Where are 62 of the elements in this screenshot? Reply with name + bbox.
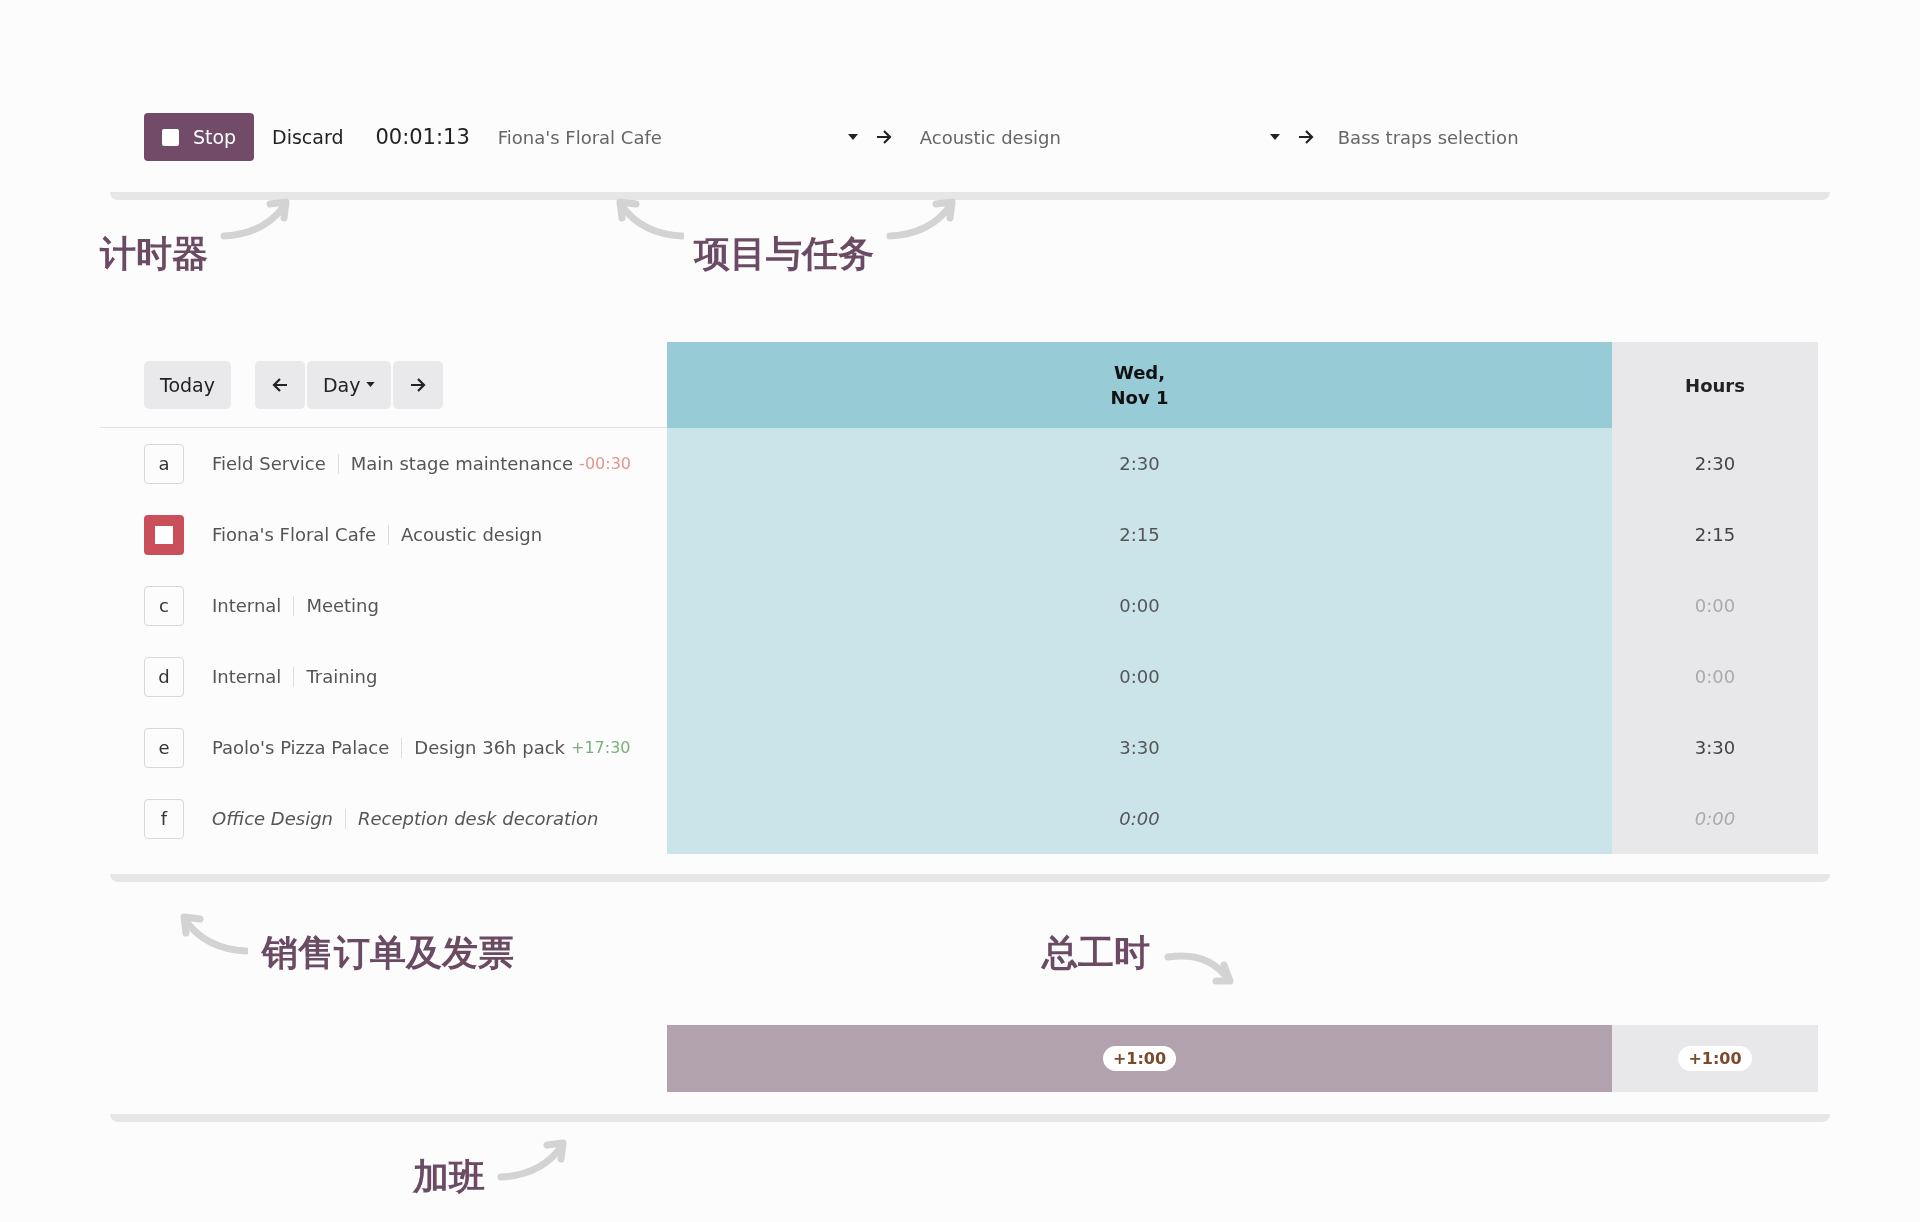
shortcut-key[interactable]: a — [144, 443, 184, 484]
day-hours[interactable]: 3:30 — [1119, 737, 1160, 758]
sales-orders-annotation: 销售订单及发票 — [262, 931, 514, 975]
project-name: Internal — [212, 666, 282, 687]
remaining-hours: +17:30 — [571, 738, 631, 757]
project-name: Paolo's Pizza Palace — [212, 737, 390, 758]
right-arrow-icon — [410, 377, 427, 392]
overtime-badge: +1:00 — [1102, 1046, 1177, 1071]
task-field[interactable]: Acoustic design — [919, 126, 1280, 148]
right-arrow-icon — [1297, 130, 1314, 144]
project-name: Internal — [212, 595, 282, 616]
timer-annotation: 计时器 — [100, 232, 208, 276]
task-name: Meeting — [306, 595, 379, 616]
project-name: Field Service — [212, 453, 326, 474]
right-arrow-icon — [875, 130, 892, 144]
caret-icon — [1269, 134, 1280, 140]
total-hours: 2:15 — [1694, 524, 1736, 545]
day-hours[interactable]: 2:15 — [1119, 524, 1160, 545]
curved-arrow-icon — [220, 196, 292, 242]
remaining-hours: -00:30 — [579, 454, 631, 473]
elapsed-time: 00:01:13 — [375, 125, 470, 149]
curved-arrow-icon — [886, 196, 958, 242]
day-hours[interactable]: 0:00 — [1119, 808, 1160, 829]
stop-timer-button[interactable] — [144, 514, 184, 555]
total-hours: 0:00 — [1694, 808, 1736, 829]
discard-button[interactable]: Discard — [260, 126, 356, 148]
project-name: Fiona's Floral Cafe — [212, 524, 377, 545]
task-name: Design 36h pack — [414, 737, 566, 758]
project-name: Office Design — [212, 808, 333, 829]
total-hours: 2:30 — [1694, 453, 1736, 474]
day-hours[interactable]: 0:00 — [1119, 595, 1160, 616]
task-name: Training — [306, 666, 378, 687]
day-hours[interactable]: 0:00 — [1119, 666, 1160, 687]
caret-icon — [847, 134, 858, 140]
shortcut-key[interactable]: f — [144, 798, 184, 839]
task-name: Main stage maintenance — [350, 453, 574, 474]
total-hours: 0:00 — [1694, 595, 1736, 616]
caret-icon — [366, 382, 376, 387]
scale-dropdown[interactable]: Day — [306, 360, 392, 409]
description-field[interactable]: Bass traps selection — [1337, 126, 1519, 148]
project-field[interactable]: Fiona's Floral Cafe — [497, 126, 858, 148]
left-arrow-icon — [271, 377, 288, 392]
next-button[interactable] — [393, 360, 444, 409]
stop-button[interactable]: Stop — [144, 113, 254, 161]
day-hours[interactable]: 2:30 — [1119, 453, 1160, 474]
project-task-annotation: 项目与任务 — [694, 232, 874, 276]
task-name: Acoustic design — [401, 524, 543, 545]
shortcut-key[interactable]: e — [144, 727, 184, 768]
overtime-annotation: 加班 — [413, 1154, 485, 1199]
total-hours-annotation: 总工时 — [1042, 931, 1150, 975]
total-hours: 3:30 — [1694, 737, 1736, 758]
previous-button[interactable] — [254, 360, 305, 409]
shortcut-key[interactable]: d — [144, 656, 184, 697]
curved-arrow-icon — [497, 1137, 569, 1183]
today-button[interactable]: Today — [144, 360, 231, 409]
task-name: Reception desk decoration — [358, 808, 599, 829]
hours-header: Hours — [1685, 374, 1745, 396]
stop-icon — [161, 128, 179, 146]
overtime-badge: +1:00 — [1678, 1046, 1752, 1071]
day-header: Wed, Nov 1 — [667, 342, 1612, 428]
total-hours: 0:00 — [1694, 666, 1736, 687]
shortcut-key[interactable]: c — [144, 585, 184, 626]
